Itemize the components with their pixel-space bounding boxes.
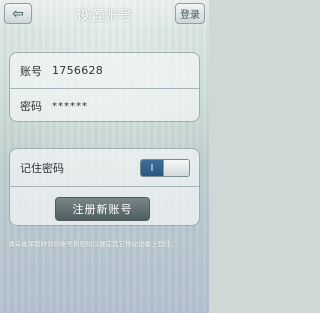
account-label: 账号 [20,64,42,78]
page-title: 设置账号 [76,9,133,24]
back-arrow-icon: ⇦ [12,5,24,22]
password-label: 密码 [20,100,42,113]
account-input[interactable]: 1756628 [52,64,103,77]
remember-password-toggle[interactable]: I [140,159,190,177]
password-row[interactable]: 密码 ****** [10,88,199,121]
remember-password-label: 记住密码 [20,161,64,175]
screen: ⇦ 设置账号 登录 账号 1756628 密码 ****** 记住密码 I 注册… [0,0,209,313]
toggle-on-indicator: I [141,160,163,176]
login-button[interactable]: 登录 [175,3,205,24]
top-bar: ⇦ 设置账号 登录 [0,0,209,28]
toggle-knob[interactable] [163,160,189,176]
back-button[interactable]: ⇦ [4,3,32,24]
hint-text: 请妥善保管好你的账号和密码以便在其它移动设备上登陆。 [8,240,177,248]
register-new-account-button[interactable]: 注册新账号 [55,197,150,221]
password-input[interactable]: ****** [52,101,88,112]
remember-password-row: 记住密码 I [10,149,199,187]
account-row[interactable]: 账号 1756628 [10,53,199,88]
account-card: 账号 1756628 密码 ****** [9,52,200,122]
